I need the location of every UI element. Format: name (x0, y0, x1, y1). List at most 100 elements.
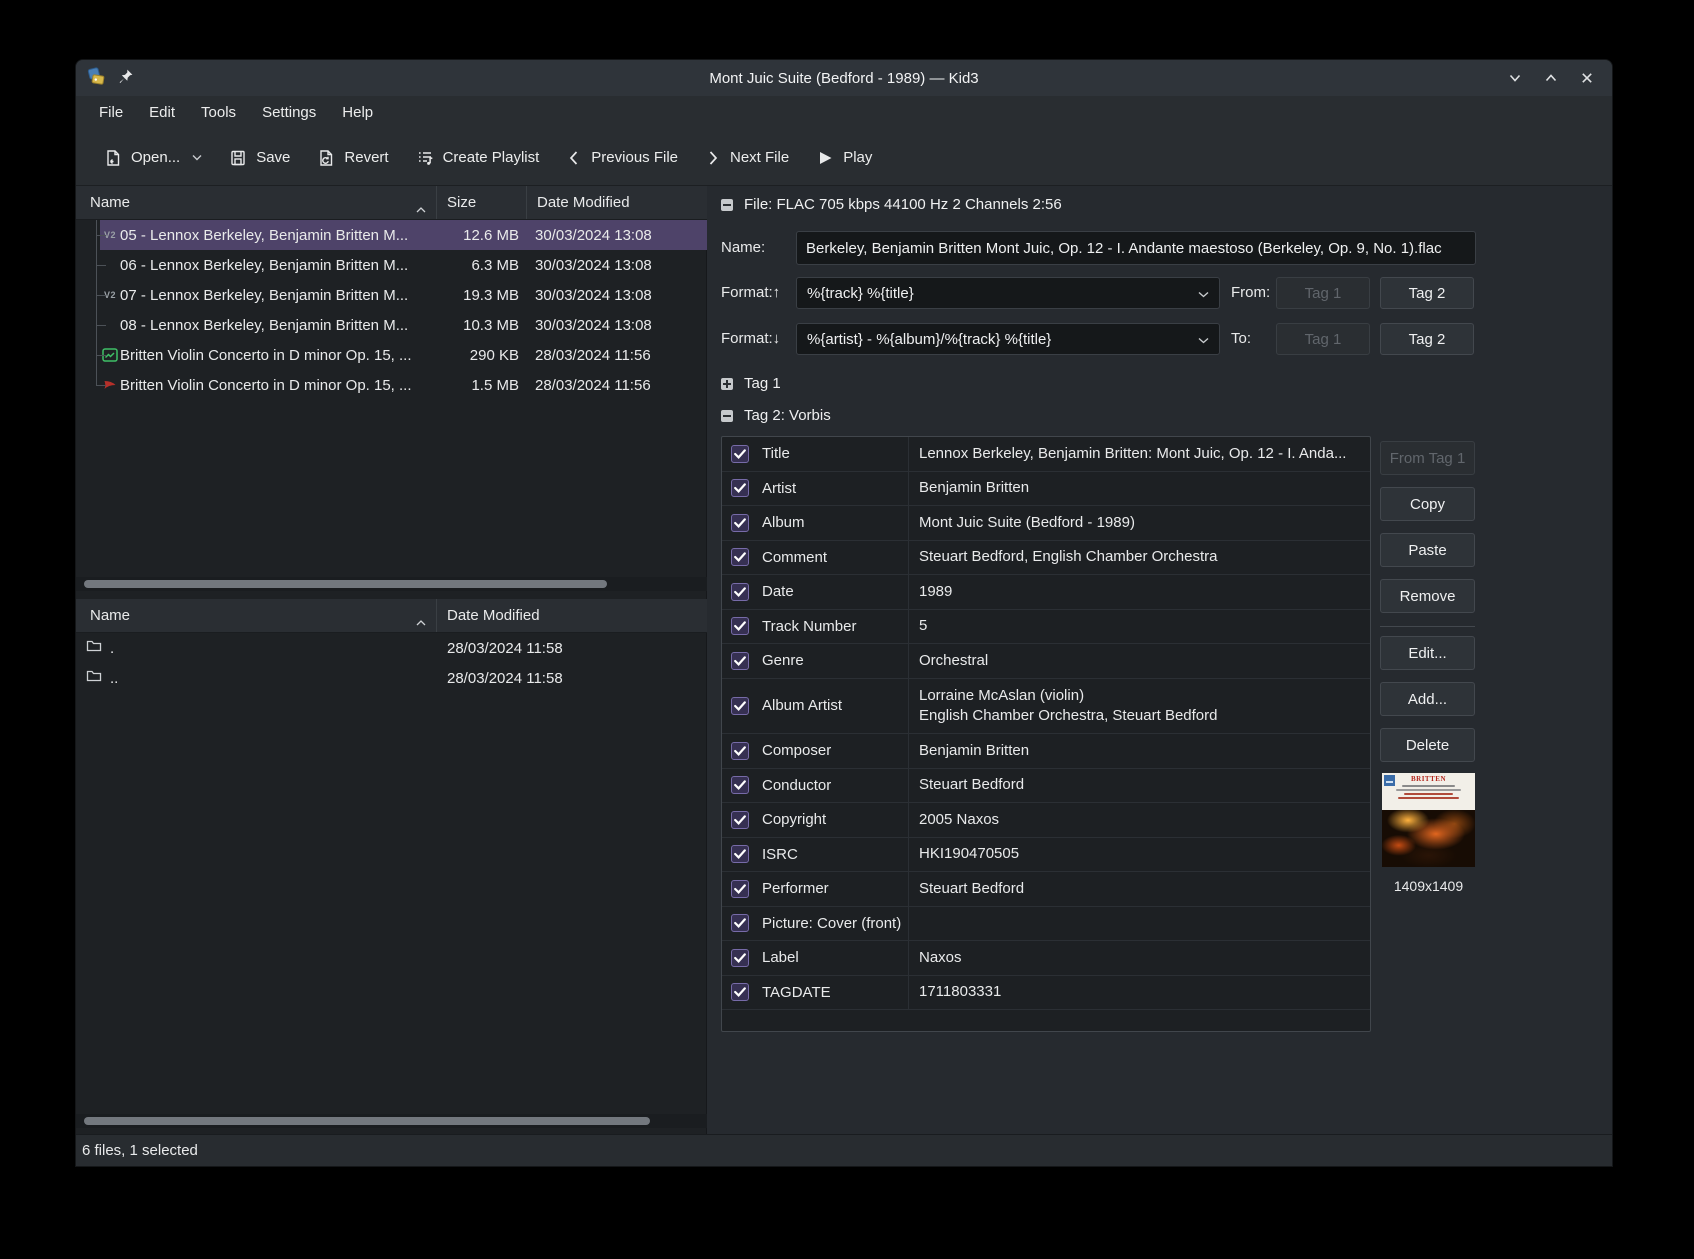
file-section-header[interactable]: File: FLAC 705 kbps 44100 Hz 2 Channels … (721, 196, 1062, 213)
field-checkbox[interactable] (731, 914, 749, 932)
album-cover-thumbnail[interactable]: BRITTEN (1382, 773, 1475, 867)
field-value[interactable]: Lennox Berkeley, Benjamin Britten: Mont … (908, 437, 1370, 471)
previous-file-button[interactable]: Previous File (554, 140, 689, 176)
field-checkbox[interactable] (731, 652, 749, 670)
scrollbar-thumb[interactable] (84, 1117, 650, 1125)
field-value[interactable]: Steuart Bedford (908, 769, 1370, 803)
field-checkbox[interactable] (731, 949, 749, 967)
menu-help[interactable]: Help (329, 96, 386, 130)
field-label: Track Number (762, 618, 856, 635)
collapse-icon[interactable] (721, 410, 733, 422)
from-tag-1-button: From Tag 1 (1380, 441, 1475, 475)
to-tag1-button: Tag 1 (1276, 323, 1370, 355)
format-to-combobox[interactable]: %{artist} - %{album}/%{track} %{title} (796, 323, 1220, 355)
field-value[interactable]: HKI190470505 (908, 838, 1370, 872)
column-header-name[interactable]: Name (76, 599, 437, 632)
file-size: 290 KB (437, 347, 527, 364)
open-button[interactable]: Open... (92, 140, 213, 176)
field-value[interactable]: Benjamin Britten (908, 734, 1370, 768)
field-checkbox[interactable] (731, 617, 749, 635)
field-value[interactable]: Steuart Bedford (908, 872, 1370, 906)
remove-button[interactable]: Remove (1380, 579, 1475, 613)
field-value[interactable]: Lorraine McAslan (violin) English Chambe… (908, 679, 1370, 734)
expand-icon[interactable] (721, 378, 733, 390)
field-value[interactable]: 1989 (908, 575, 1370, 609)
folder-list-hscrollbar[interactable] (76, 1114, 707, 1128)
menu-file[interactable]: File (86, 96, 136, 130)
column-header-name[interactable]: Name (76, 186, 437, 219)
tag-row: ArtistBenjamin Britten (722, 472, 1370, 507)
field-checkbox[interactable] (731, 445, 749, 463)
open-dropdown-icon[interactable] (192, 154, 202, 161)
tag-row: AlbumMont Juic Suite (Bedford - 1989) (722, 506, 1370, 541)
field-checkbox[interactable] (731, 479, 749, 497)
field-checkbox[interactable] (731, 583, 749, 601)
file-row[interactable]: 06 - Lennox Berkeley, Benjamin Britten M… (76, 250, 707, 280)
filename-input[interactable] (796, 231, 1476, 265)
revert-button[interactable]: Revert (305, 140, 399, 176)
field-checkbox[interactable] (731, 514, 749, 532)
field-value[interactable]: 5 (908, 610, 1370, 644)
menu-tools[interactable]: Tools (188, 96, 249, 130)
file-list-hscrollbar[interactable] (76, 577, 707, 591)
from-tag2-button[interactable]: Tag 2 (1380, 277, 1474, 309)
field-value[interactable]: Orchestral (908, 644, 1370, 678)
file-row[interactable]: V207 - Lennox Berkeley, Benjamin Britten… (76, 280, 707, 310)
column-header-date-modified[interactable]: Date Modified (437, 599, 707, 632)
field-checkbox[interactable] (731, 697, 749, 715)
folder-list-header: Name Date Modified (76, 599, 707, 633)
copy-button[interactable]: Copy (1380, 487, 1475, 521)
save-button[interactable]: Save (217, 140, 301, 176)
file-row[interactable]: V205 - Lennox Berkeley, Benjamin Britten… (76, 220, 707, 250)
folder-row[interactable]: .28/03/2024 11:58 (76, 633, 707, 663)
field-value[interactable]: Naxos (908, 941, 1370, 975)
minimize-button[interactable] (1506, 69, 1524, 87)
chevron-left-icon (565, 148, 583, 168)
scrollbar-thumb[interactable] (84, 580, 607, 588)
format-from-combobox[interactable]: %{track} %{title} (796, 277, 1220, 309)
next-file-button[interactable]: Next File (693, 140, 800, 176)
file-date: 30/03/2024 13:08 (527, 227, 707, 244)
column-header-date-modified[interactable]: Date Modified (527, 186, 707, 219)
to-tag2-button[interactable]: Tag 2 (1380, 323, 1474, 355)
paste-button[interactable]: Paste (1380, 533, 1475, 567)
field-value[interactable]: Mont Juic Suite (Bedford - 1989) (908, 506, 1370, 540)
field-value[interactable]: Benjamin Britten (908, 472, 1370, 506)
play-button[interactable]: Play (804, 140, 883, 176)
file-row[interactable]: Britten Violin Concerto in D minor Op. 1… (76, 370, 707, 400)
folder-row[interactable]: ..28/03/2024 11:58 (76, 663, 707, 693)
field-checkbox[interactable] (731, 983, 749, 1001)
column-header-size[interactable]: Size (437, 186, 527, 219)
name-label: Name: (721, 239, 765, 256)
close-button[interactable] (1578, 69, 1596, 87)
maximize-button[interactable] (1542, 69, 1560, 87)
field-value[interactable]: Steuart Bedford, English Chamber Orchest… (908, 541, 1370, 575)
field-checkbox[interactable] (731, 742, 749, 760)
menu-settings[interactable]: Settings (249, 96, 329, 130)
field-checkbox[interactable] (731, 548, 749, 566)
file-row[interactable]: Britten Violin Concerto in D minor Op. 1… (76, 340, 707, 370)
field-checkbox[interactable] (731, 880, 749, 898)
tag1-section-header[interactable]: Tag 1 (721, 375, 781, 392)
tag-row: Album ArtistLorraine McAslan (violin) En… (722, 679, 1370, 735)
field-checkbox[interactable] (731, 845, 749, 863)
field-checkbox[interactable] (731, 776, 749, 794)
status-text: 6 files, 1 selected (82, 1142, 198, 1159)
titlebar[interactable]: Mont Juic Suite (Bedford - 1989) — Kid3 (76, 60, 1612, 96)
menu-edit[interactable]: Edit (136, 96, 188, 130)
folder-list: Name Date Modified .28/03/2024 11:58..28… (76, 599, 707, 693)
tag-row: Date1989 (722, 575, 1370, 610)
add-button[interactable]: Add... (1380, 682, 1475, 716)
field-value[interactable]: 1711803331 (908, 976, 1370, 1010)
file-name: 05 - Lennox Berkeley, Benjamin Britten M… (120, 227, 437, 244)
field-value[interactable] (908, 907, 1370, 941)
kid3-window: Mont Juic Suite (Bedford - 1989) — Kid3 … (76, 60, 1612, 1166)
create-playlist-button[interactable]: Create Playlist (404, 140, 551, 176)
tag2-section-header[interactable]: Tag 2: Vorbis (721, 407, 831, 424)
edit-button[interactable]: Edit... (1380, 636, 1475, 670)
delete-button[interactable]: Delete (1380, 728, 1475, 762)
field-checkbox[interactable] (731, 811, 749, 829)
collapse-icon[interactable] (721, 199, 733, 211)
file-row[interactable]: 08 - Lennox Berkeley, Benjamin Britten M… (76, 310, 707, 340)
field-value[interactable]: 2005 Naxos (908, 803, 1370, 837)
